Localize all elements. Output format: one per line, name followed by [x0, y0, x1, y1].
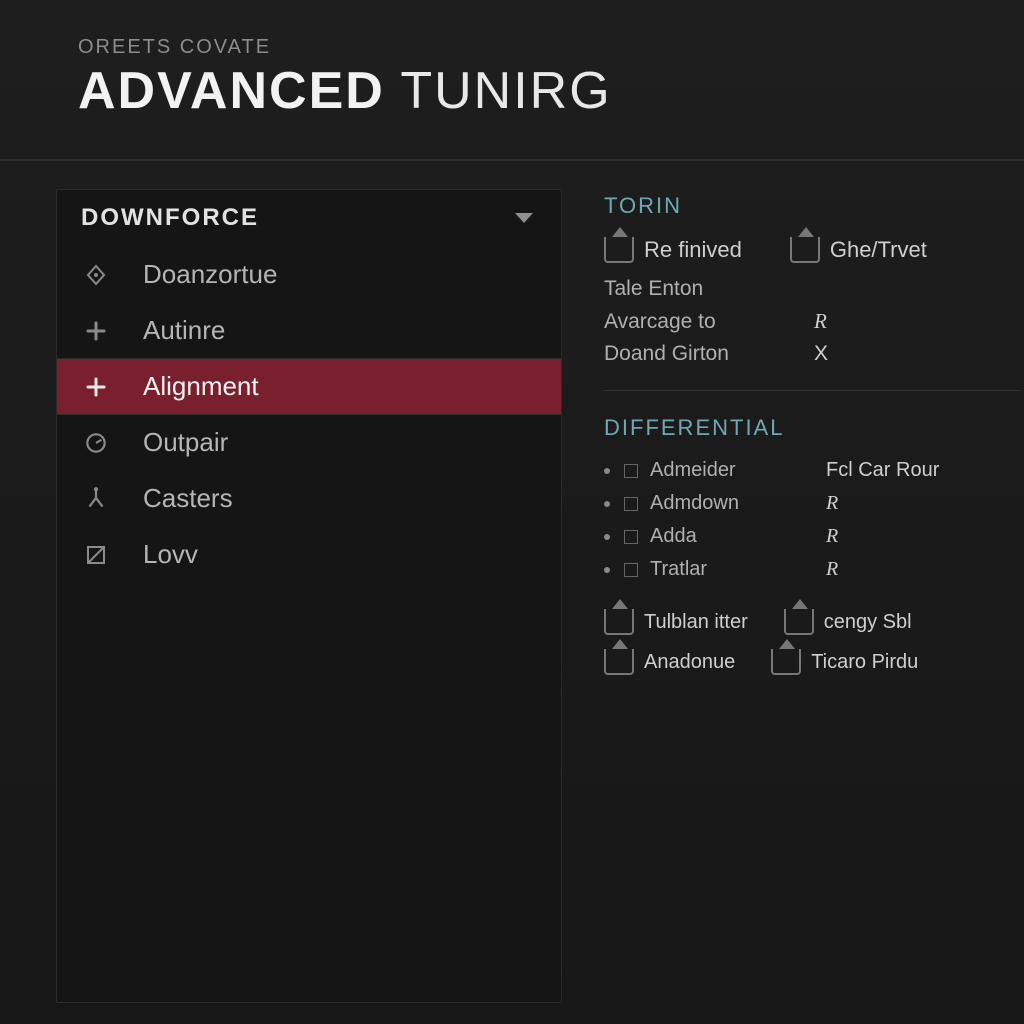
sidebar-panel: DOWNFORCE Doanzortue Autinre Alignm	[56, 189, 562, 1003]
chevron-down-icon	[515, 213, 533, 223]
torin-chip-row: Re finived Ghe/Trvet	[604, 237, 1024, 263]
bullet-icon	[604, 567, 610, 573]
app-root: OREETS COVATE ADVANCED TUNIRG DOWNFORCE …	[0, 0, 1024, 1024]
li-value: R	[826, 525, 838, 548]
li-value: R	[826, 558, 838, 581]
differential-chip-row-2: Anadonue Ticaro Pirdu	[604, 649, 1024, 675]
li-label: Adda	[650, 525, 826, 548]
sidebar-item-label: Alignment	[143, 371, 259, 402]
chip-ticaropirdu[interactable]: Ticaro Pirdu	[771, 649, 918, 675]
chip-label: Re finived	[644, 237, 742, 263]
sidebar-item-lovv[interactable]: Lovv	[57, 526, 561, 582]
page-title-light: TUNIRG	[385, 62, 612, 120]
bullet-icon	[604, 534, 610, 540]
page-header: OREETS COVATE ADVANCED TUNIRG	[0, 0, 1024, 149]
differential-list: Admeider Fcl Car Rour Admdown R Adda R	[604, 459, 1024, 581]
chip-ghetrvet[interactable]: Ghe/Trvet	[790, 237, 927, 263]
checkbox-icon	[624, 497, 638, 511]
chip-label: Ticaro Pirdu	[811, 651, 918, 674]
breadcrumb: OREETS COVATE	[78, 36, 1024, 59]
checkbox-icon	[624, 563, 638, 577]
section-title-differential: DIFFERENTIAL	[604, 415, 1024, 441]
preset-icon	[604, 609, 634, 635]
sidebar-item-label: Outpair	[143, 427, 228, 458]
sidebar-item-alignment[interactable]: Alignment	[57, 358, 561, 414]
list-item[interactable]: Adda R	[604, 525, 1024, 548]
sidebar-item-label: Lovv	[143, 539, 198, 570]
checkbox-icon	[624, 464, 638, 478]
sidebar-item-label: Casters	[143, 483, 233, 514]
kv-key: Doand Girton	[604, 342, 814, 366]
bullet-icon	[604, 468, 610, 474]
plus-icon	[81, 316, 111, 346]
kv-key: Tale Enton	[604, 277, 814, 301]
diamond-icon	[81, 260, 111, 290]
li-value: R	[826, 492, 838, 515]
preset-icon	[604, 649, 634, 675]
split-icon	[81, 484, 111, 514]
differential-chip-row-1: Tulblan itter cengy Sbl	[604, 609, 1024, 635]
torin-row[interactable]: Avarcage to R	[604, 309, 1024, 334]
plus-icon	[81, 372, 111, 402]
detail-panel: TORIN Re finived Ghe/Trvet Tale Enton Av…	[604, 189, 1024, 1003]
chip-label: cengy Sbl	[824, 611, 912, 634]
li-label: Tratlar	[650, 558, 826, 581]
preset-icon	[784, 609, 814, 635]
kv-value: R	[814, 309, 854, 334]
sidebar-item-label: Autinre	[143, 315, 225, 346]
bullet-icon	[604, 501, 610, 507]
chip-label: Ghe/Trvet	[830, 237, 927, 263]
section-title-torin: TORIN	[604, 193, 1024, 219]
sidebar-item-outpair[interactable]: Outpair	[57, 414, 561, 470]
gauge-icon	[81, 428, 111, 458]
sidebar-item-label: Doanzortue	[143, 259, 277, 290]
sidebar-item-doanzortue[interactable]: Doanzortue	[57, 246, 561, 302]
chip-cengysbl[interactable]: cengy Sbl	[784, 609, 912, 635]
li-value: Fcl Car Rour	[826, 459, 939, 482]
chip-refinived[interactable]: Re finived	[604, 237, 742, 263]
kv-key: Avarcage to	[604, 310, 814, 334]
sidebar-title: DOWNFORCE	[81, 204, 259, 232]
preset-icon	[604, 237, 634, 263]
preset-icon	[790, 237, 820, 263]
page-title-bold: ADVANCED	[78, 62, 385, 120]
list-item[interactable]: Admeider Fcl Car Rour	[604, 459, 1024, 482]
sidebar-header[interactable]: DOWNFORCE	[57, 190, 561, 246]
chip-anadonue[interactable]: Anadonue	[604, 649, 735, 675]
chip-tulblanitter[interactable]: Tulblan itter	[604, 609, 748, 635]
preset-icon	[771, 649, 801, 675]
slash-box-icon	[81, 540, 111, 570]
list-item[interactable]: Tratlar R	[604, 558, 1024, 581]
sidebar-item-autinre[interactable]: Autinre	[57, 302, 561, 358]
torin-row[interactable]: Tale Enton	[604, 277, 1024, 301]
section-divider	[604, 390, 1020, 391]
page-title: ADVANCED TUNIRG	[78, 61, 1024, 121]
kv-value: X	[814, 342, 854, 366]
list-item[interactable]: Admdown R	[604, 492, 1024, 515]
body-columns: DOWNFORCE Doanzortue Autinre Alignm	[0, 161, 1024, 1003]
chip-label: Anadonue	[644, 651, 735, 674]
chip-label: Tulblan itter	[644, 611, 748, 634]
checkbox-icon	[624, 530, 638, 544]
li-label: Admeider	[650, 459, 826, 482]
torin-row[interactable]: Doand Girton X	[604, 342, 1024, 366]
li-label: Admdown	[650, 492, 826, 515]
sidebar-item-casters[interactable]: Casters	[57, 470, 561, 526]
